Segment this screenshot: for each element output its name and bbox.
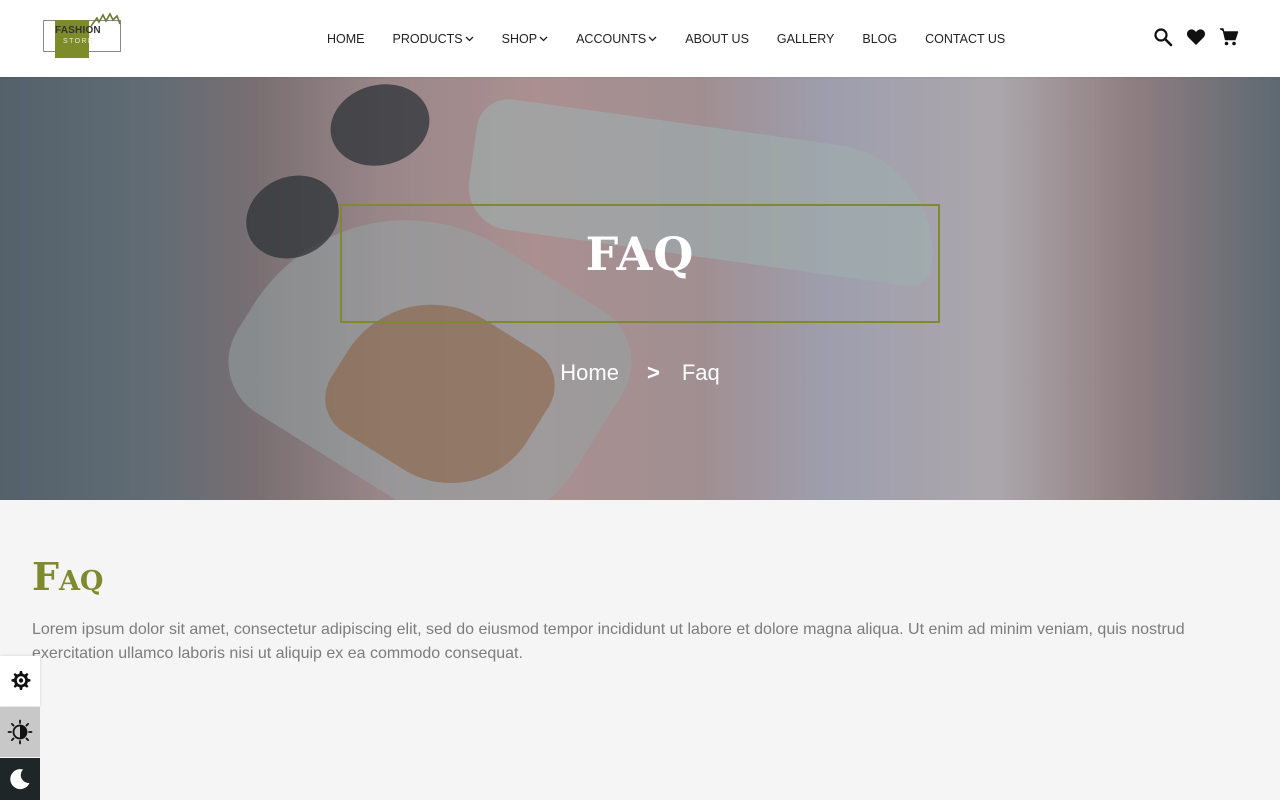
settings-button[interactable] bbox=[0, 656, 40, 706]
cart-icon[interactable] bbox=[1218, 26, 1240, 48]
nav-label: BLOG bbox=[862, 31, 898, 46]
nav-item-shop[interactable]: SHOP bbox=[502, 32, 548, 46]
nav-label: CONTACT US bbox=[925, 31, 1006, 46]
breadcrumb-separator: > bbox=[646, 360, 660, 385]
nav-item-gallery[interactable]: GALLERY bbox=[777, 32, 834, 46]
nav-label: PRODUCTS bbox=[392, 31, 463, 46]
chevron-down-icon bbox=[539, 36, 548, 41]
nav-label: ABOUT US bbox=[685, 31, 749, 46]
nav-item-contact-us[interactable]: CONTACT US bbox=[925, 32, 1005, 46]
heart-icon[interactable] bbox=[1185, 26, 1207, 48]
brightness-icon bbox=[7, 719, 33, 745]
chevron-down-icon bbox=[465, 36, 474, 41]
page-title: FAQ bbox=[585, 227, 695, 281]
nav-label: SHOP bbox=[501, 31, 538, 46]
brightness-button[interactable] bbox=[0, 707, 40, 757]
section-title: Faq bbox=[32, 554, 104, 599]
nav-item-home[interactable]: HOME bbox=[327, 32, 365, 46]
chevron-down-icon bbox=[648, 36, 657, 41]
breadcrumb: Home > Faq bbox=[0, 360, 1280, 386]
dark-mode-button[interactable] bbox=[0, 758, 40, 800]
nav-item-accounts[interactable]: ACCOUNTS bbox=[576, 32, 657, 46]
nav-label: GALLERY bbox=[776, 31, 835, 46]
nav-item-about-us[interactable]: ABOUT US bbox=[685, 32, 749, 46]
breadcrumb-home[interactable]: Home bbox=[560, 360, 619, 386]
settings-icon bbox=[11, 671, 31, 690]
logo[interactable]: FASHION STORE bbox=[43, 12, 123, 60]
hero-banner: FAQ Home > Faq bbox=[0, 77, 1280, 500]
nav-label: ACCOUNTS bbox=[576, 31, 647, 46]
logo-text-primary: FASHION bbox=[55, 25, 101, 36]
site-header: FASHION STORE HOME PRODUCTS SHOP ACCOUNT… bbox=[0, 0, 1280, 77]
nav-label: HOME bbox=[327, 31, 365, 46]
section-description: Lorem ipsum dolor sit amet, consectetur … bbox=[32, 621, 1185, 662]
search-icon[interactable] bbox=[1152, 26, 1174, 48]
header-icons bbox=[1152, 26, 1240, 48]
faq-section: Faq Lorem ipsum dolor sit amet, consecte… bbox=[0, 500, 1280, 800]
logo-text-secondary: STORE bbox=[63, 38, 94, 45]
breadcrumb-current: Faq bbox=[681, 360, 720, 385]
dark-mode-icon bbox=[10, 769, 30, 790]
nav-item-products[interactable]: PRODUCTS bbox=[393, 32, 474, 46]
nav-item-blog[interactable]: BLOG bbox=[862, 32, 897, 46]
main-nav: HOME PRODUCTS SHOP ACCOUNTS ABOUT US GAL… bbox=[327, 0, 1005, 77]
